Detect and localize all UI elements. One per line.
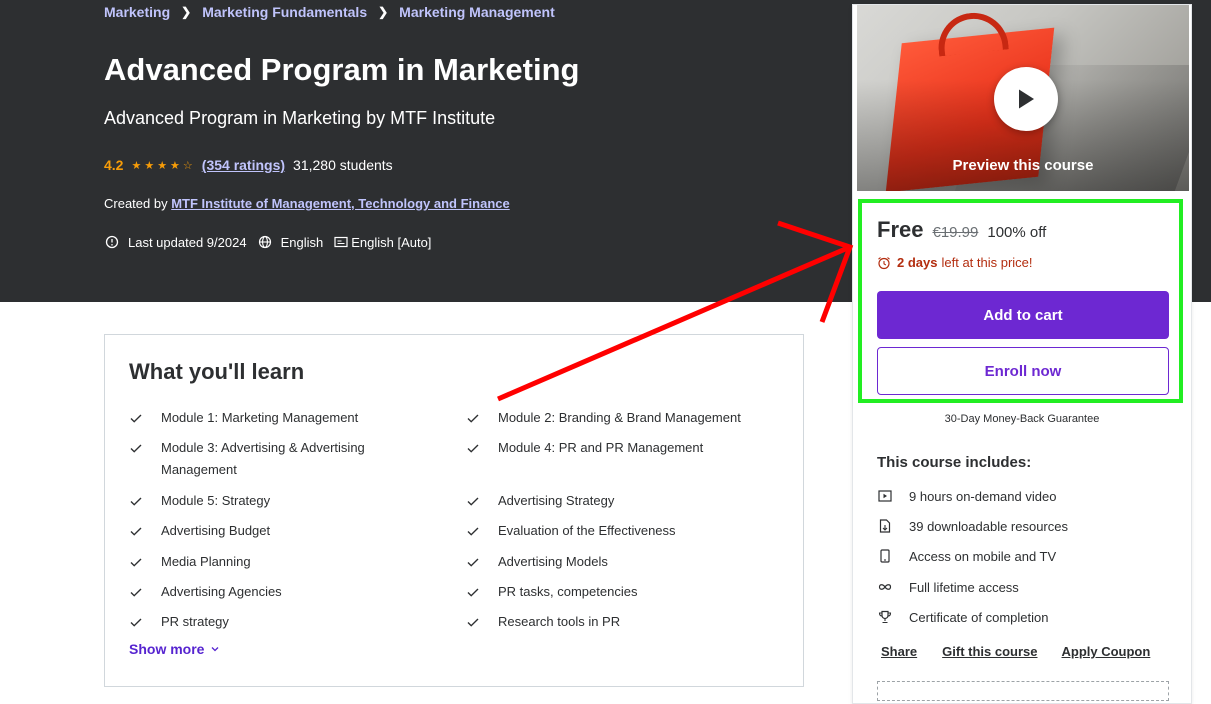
learn-item-text: Advertising Agencies bbox=[161, 584, 282, 599]
check-icon bbox=[129, 437, 145, 481]
learn-item: Media Planning bbox=[129, 551, 449, 580]
what-you-learn-title: What you'll learn bbox=[129, 359, 305, 384]
learn-item: PR strategy bbox=[129, 611, 449, 640]
includes-item-text: 9 hours on-demand video bbox=[909, 488, 1057, 504]
infinity-icon bbox=[877, 579, 893, 595]
learn-item: Module 1: Marketing Management bbox=[129, 407, 449, 436]
learn-item-text: Advertising Budget bbox=[161, 523, 271, 538]
learn-item: Module 3: Advertising & Advertising Mana… bbox=[129, 437, 429, 481]
check-icon bbox=[129, 551, 145, 580]
check-icon bbox=[129, 520, 145, 549]
check-icon bbox=[466, 551, 482, 580]
course-language: English bbox=[280, 234, 324, 250]
play-icon[interactable] bbox=[994, 67, 1058, 131]
learn-item: Module 5: Strategy bbox=[129, 490, 449, 519]
course-captions: English [Auto] bbox=[351, 234, 432, 250]
check-icon bbox=[466, 581, 482, 610]
includes-title: This course includes: bbox=[877, 454, 1032, 471]
learn-item: Advertising Budget bbox=[129, 520, 449, 549]
sidebar-actions: Share Gift this course Apply Coupon bbox=[881, 644, 1150, 659]
includes-item-text: Certificate of completion bbox=[909, 609, 1049, 625]
chevron-right-icon: ❯ bbox=[378, 5, 389, 19]
show-more-button[interactable]: Show more bbox=[129, 641, 220, 657]
check-icon bbox=[466, 490, 482, 519]
learn-item: Evaluation of the Effectiveness bbox=[466, 520, 786, 549]
learn-item-text: Module 3: Advertising & Advertising Mana… bbox=[161, 440, 365, 477]
created-by-label: Created by bbox=[104, 196, 168, 211]
file-download-icon bbox=[877, 518, 893, 534]
money-back-guarantee: 30-Day Money-Back Guarantee bbox=[944, 413, 1100, 425]
learn-item: PR tasks, competencies bbox=[466, 581, 786, 610]
includes-item: 39 downloadable resources bbox=[877, 518, 1068, 534]
course-preview[interactable]: Preview this course bbox=[857, 5, 1189, 191]
check-icon bbox=[129, 490, 145, 519]
closed-caption-icon bbox=[333, 234, 349, 250]
chevron-right-icon: ❯ bbox=[181, 5, 192, 19]
learn-item: Advertising Agencies bbox=[129, 581, 449, 610]
check-icon bbox=[466, 437, 482, 466]
learn-item-text: Module 5: Strategy bbox=[161, 493, 271, 508]
breadcrumb-marketing-fundamentals[interactable]: Marketing Fundamentals bbox=[202, 4, 367, 20]
learn-item-text: Module 2: Branding & Brand Management bbox=[498, 410, 741, 425]
learn-item-text: Evaluation of the Effectiveness bbox=[498, 523, 676, 538]
learn-item: Research tools in PR bbox=[466, 611, 786, 640]
learn-item-text: Advertising Models bbox=[498, 554, 608, 569]
includes-item-text: Access on mobile and TV bbox=[909, 548, 1057, 564]
ratings-count-link[interactable]: (354 ratings) bbox=[202, 157, 285, 173]
alert-badge-icon bbox=[104, 234, 120, 250]
check-icon bbox=[466, 611, 482, 640]
star-rating-icon: ★★★★☆ bbox=[131, 159, 196, 172]
rating-row: 4.2 ★★★★☆ (354 ratings) 31,280 students bbox=[104, 157, 393, 173]
check-icon bbox=[129, 407, 145, 436]
includes-item: 9 hours on-demand video bbox=[877, 488, 1056, 504]
globe-icon bbox=[257, 234, 273, 250]
created-by: Created by MTF Institute of Management, … bbox=[104, 196, 510, 211]
course-title: Advanced Program in Marketing bbox=[104, 52, 580, 87]
learn-item: Module 2: Branding & Brand Management bbox=[466, 407, 786, 436]
preview-label: Preview this course bbox=[952, 157, 1094, 174]
coupon-box bbox=[877, 681, 1169, 701]
learn-item: Module 4: PR and PR Management bbox=[466, 437, 786, 466]
breadcrumb-marketing-management[interactable]: Marketing Management bbox=[399, 4, 555, 20]
learn-item-text: Media Planning bbox=[161, 554, 251, 569]
chevron-down-icon bbox=[210, 645, 220, 653]
course-subtitle: Advanced Program in Marketing by MTF Ins… bbox=[104, 108, 496, 128]
learn-item-text: Advertising Strategy bbox=[498, 493, 615, 508]
learn-item: Advertising Models bbox=[466, 551, 786, 580]
learn-item-text: PR strategy bbox=[161, 614, 229, 629]
check-icon bbox=[129, 611, 145, 640]
video-icon bbox=[877, 488, 893, 504]
learn-item-text: Module 4: PR and PR Management bbox=[498, 440, 704, 455]
course-meta: Last updated 9/2024 English English [Aut… bbox=[104, 234, 441, 250]
trophy-icon bbox=[877, 609, 893, 625]
rating-value: 4.2 bbox=[104, 157, 124, 173]
apply-coupon-link[interactable]: Apply Coupon bbox=[1062, 644, 1151, 659]
last-updated: Last updated 9/2024 bbox=[128, 234, 247, 250]
includes-item-text: 39 downloadable resources bbox=[909, 518, 1068, 534]
learn-item: Advertising Strategy bbox=[466, 490, 786, 519]
includes-item: Full lifetime access bbox=[877, 579, 1019, 595]
what-you-learn-section: What you'll learn Module 1: Marketing Ma… bbox=[104, 334, 804, 687]
includes-item: Certificate of completion bbox=[877, 609, 1048, 625]
annotation-highlight-box bbox=[858, 199, 1183, 403]
check-icon bbox=[466, 407, 482, 436]
breadcrumb: Marketing ❯ Marketing Fundamentals ❯ Mar… bbox=[104, 4, 555, 20]
check-icon bbox=[466, 520, 482, 549]
includes-item-text: Full lifetime access bbox=[909, 579, 1019, 595]
breadcrumb-marketing[interactable]: Marketing bbox=[104, 4, 170, 20]
share-link[interactable]: Share bbox=[881, 644, 917, 659]
learn-item-text: PR tasks, competencies bbox=[498, 584, 638, 599]
students-count: 31,280 students bbox=[293, 157, 393, 173]
learn-item-text: Module 1: Marketing Management bbox=[161, 410, 359, 425]
check-icon bbox=[129, 581, 145, 610]
mobile-icon bbox=[877, 548, 893, 564]
instructor-link[interactable]: MTF Institute of Management, Technology … bbox=[171, 196, 510, 211]
gift-course-link[interactable]: Gift this course bbox=[942, 644, 1037, 659]
show-more-label: Show more bbox=[129, 641, 205, 657]
includes-item: Access on mobile and TV bbox=[877, 548, 1056, 564]
learn-item-text: Research tools in PR bbox=[498, 614, 621, 629]
